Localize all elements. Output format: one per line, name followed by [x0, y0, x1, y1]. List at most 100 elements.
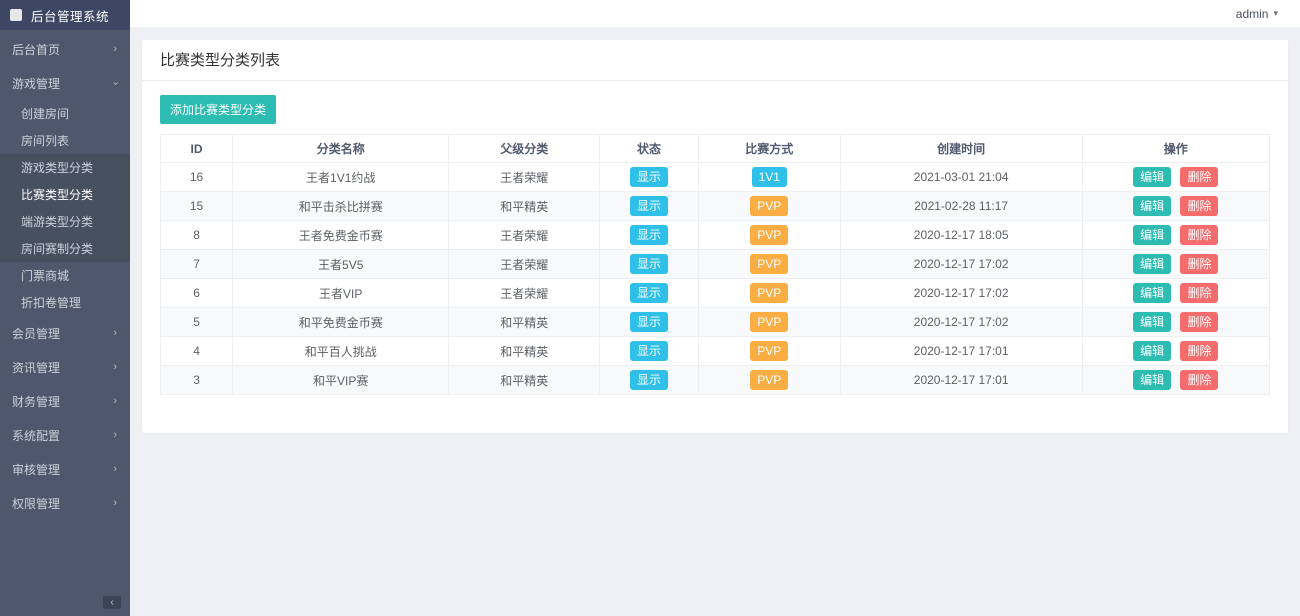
col-header-created: 创建时间 — [840, 135, 1082, 163]
sidebar-item-match-type-category[interactable]: 比赛类型分类 — [0, 181, 130, 208]
sidebar-item-game-type-category[interactable]: 游戏类型分类 — [0, 154, 130, 181]
cell-mode: PVP — [698, 221, 840, 250]
chevron-icon: › — [113, 328, 117, 339]
delete-button[interactable]: 删除 — [1180, 254, 1218, 274]
sidebar-item-discount-coupon[interactable]: 折扣卷管理 — [0, 289, 130, 316]
edit-button[interactable]: 编辑 — [1133, 341, 1171, 361]
cell-name: 王者1V1约战 — [233, 163, 449, 192]
cell-id: 15 — [161, 192, 233, 221]
status-badge[interactable]: 显示 — [630, 341, 668, 361]
cell-mode: PVP — [698, 337, 840, 366]
sidebar-header: 后台管理系统 — [0, 0, 130, 30]
status-badge[interactable]: 显示 — [630, 370, 668, 390]
cell-name: 和平百人挑战 — [233, 337, 449, 366]
sidebar-item-label: 门票商城 — [21, 267, 69, 284]
sidebar-item-label: 会员管理 — [12, 325, 60, 342]
edit-button[interactable]: 编辑 — [1133, 225, 1171, 245]
col-header-parent: 父级分类 — [449, 135, 600, 163]
sidebar-collapse-button[interactable]: ‹ — [103, 596, 121, 609]
sidebar-item-finance-management[interactable]: 财务管理 › — [0, 384, 130, 418]
delete-button[interactable]: 删除 — [1180, 341, 1218, 361]
cell-actions: 编辑 删除 — [1082, 308, 1269, 337]
mode-badge: PVP — [750, 370, 788, 390]
sidebar-item-room-list[interactable]: 房间列表 — [0, 127, 130, 154]
cell-parent: 王者荣耀 — [449, 163, 600, 192]
edit-button[interactable]: 编辑 — [1133, 370, 1171, 390]
delete-button[interactable]: 删除 — [1180, 167, 1218, 187]
sidebar-item-pcgame-type-category[interactable]: 端游类型分类 — [0, 208, 130, 235]
sidebar-item-member-management[interactable]: 会员管理 › — [0, 316, 130, 350]
app-logo-icon — [10, 9, 22, 21]
cell-id: 7 — [161, 250, 233, 279]
edit-button[interactable]: 编辑 — [1133, 196, 1171, 216]
sidebar-item-label: 比赛类型分类 — [21, 186, 93, 203]
sidebar-item-game-management[interactable]: 游戏管理 › — [0, 66, 130, 100]
sidebar-menu: 后台首页 › 游戏管理 › 创建房间 房间列表 游戏类型分类 比赛类型分类 端游… — [0, 30, 130, 520]
content-panel: 比赛类型分类列表 添加比赛类型分类 ID 分类名称 父级分类 状态 比赛方式 创… — [142, 40, 1288, 433]
sidebar-item-create-room[interactable]: 创建房间 — [0, 100, 130, 127]
user-dropdown[interactable]: admin ▾ — [1236, 7, 1278, 21]
col-header-name: 分类名称 — [233, 135, 449, 163]
mode-badge: PVP — [750, 225, 788, 245]
sidebar-item-ticket-shop[interactable]: 门票商城 — [0, 262, 130, 289]
cell-name: 王者5V5 — [233, 250, 449, 279]
delete-button[interactable]: 删除 — [1180, 225, 1218, 245]
cell-status: 显示 — [600, 366, 699, 395]
status-badge[interactable]: 显示 — [630, 225, 668, 245]
cell-created: 2020-12-17 18:05 — [840, 221, 1082, 250]
cell-status: 显示 — [600, 163, 699, 192]
cell-created: 2020-12-17 17:02 — [840, 308, 1082, 337]
status-badge[interactable]: 显示 — [630, 167, 668, 187]
page-title: 比赛类型分类列表 — [142, 40, 1288, 81]
table-row: 16 王者1V1约战 王者荣耀 显示 1V1 2021-03-01 21:04 … — [161, 163, 1270, 192]
cell-status: 显示 — [600, 250, 699, 279]
cell-parent: 王者荣耀 — [449, 221, 600, 250]
status-badge[interactable]: 显示 — [630, 312, 668, 332]
cell-actions: 编辑 删除 — [1082, 366, 1269, 395]
status-badge[interactable]: 显示 — [630, 283, 668, 303]
chevron-icon: › — [113, 498, 117, 509]
status-badge[interactable]: 显示 — [630, 196, 668, 216]
table-row: 3 和平VIP赛 和平精英 显示 PVP 2020-12-17 17:01 编辑… — [161, 366, 1270, 395]
cell-created: 2020-12-17 17:01 — [840, 366, 1082, 395]
col-header-mode: 比赛方式 — [698, 135, 840, 163]
sidebar-item-label: 创建房间 — [21, 105, 69, 122]
delete-button[interactable]: 删除 — [1180, 312, 1218, 332]
cell-name: 和平免费金币赛 — [233, 308, 449, 337]
edit-button[interactable]: 编辑 — [1133, 283, 1171, 303]
topbar: admin ▾ — [130, 0, 1300, 27]
status-badge[interactable]: 显示 — [630, 254, 668, 274]
cell-created: 2021-03-01 21:04 — [840, 163, 1082, 192]
sidebar-item-label: 游戏管理 — [12, 75, 60, 92]
mode-badge: PVP — [750, 254, 788, 274]
mode-badge: PVP — [750, 196, 788, 216]
edit-button[interactable]: 编辑 — [1133, 254, 1171, 274]
cell-created: 2020-12-17 17:02 — [840, 279, 1082, 308]
sidebar-item-audit-management[interactable]: 审核管理 › — [0, 452, 130, 486]
sidebar-item-label: 房间列表 — [21, 132, 69, 149]
sidebar-item-label: 折扣卷管理 — [21, 294, 81, 311]
cell-status: 显示 — [600, 308, 699, 337]
sidebar-item-room-format-category[interactable]: 房间赛制分类 — [0, 235, 130, 262]
cell-name: 和平VIP赛 — [233, 366, 449, 395]
chevron-icon: › — [113, 44, 117, 55]
sidebar-item-home[interactable]: 后台首页 › — [0, 32, 130, 66]
username: admin — [1236, 7, 1269, 21]
cell-name: 王者VIP — [233, 279, 449, 308]
cell-parent: 和平精英 — [449, 308, 600, 337]
sidebar-item-news-management[interactable]: 资讯管理 › — [0, 350, 130, 384]
edit-button[interactable]: 编辑 — [1133, 312, 1171, 332]
delete-button[interactable]: 删除 — [1180, 283, 1218, 303]
add-category-button[interactable]: 添加比赛类型分类 — [160, 95, 276, 124]
sidebar-item-permission-management[interactable]: 权限管理 › — [0, 486, 130, 520]
cell-actions: 编辑 删除 — [1082, 337, 1269, 366]
cell-actions: 编辑 删除 — [1082, 221, 1269, 250]
table-row: 15 和平击杀比拼赛 和平精英 显示 PVP 2021-02-28 11:17 … — [161, 192, 1270, 221]
cell-name: 和平击杀比拼赛 — [233, 192, 449, 221]
edit-button[interactable]: 编辑 — [1133, 167, 1171, 187]
table-row: 6 王者VIP 王者荣耀 显示 PVP 2020-12-17 17:02 编辑 … — [161, 279, 1270, 308]
sidebar-item-system-config[interactable]: 系统配置 › — [0, 418, 130, 452]
delete-button[interactable]: 删除 — [1180, 370, 1218, 390]
cell-id: 5 — [161, 308, 233, 337]
delete-button[interactable]: 删除 — [1180, 196, 1218, 216]
